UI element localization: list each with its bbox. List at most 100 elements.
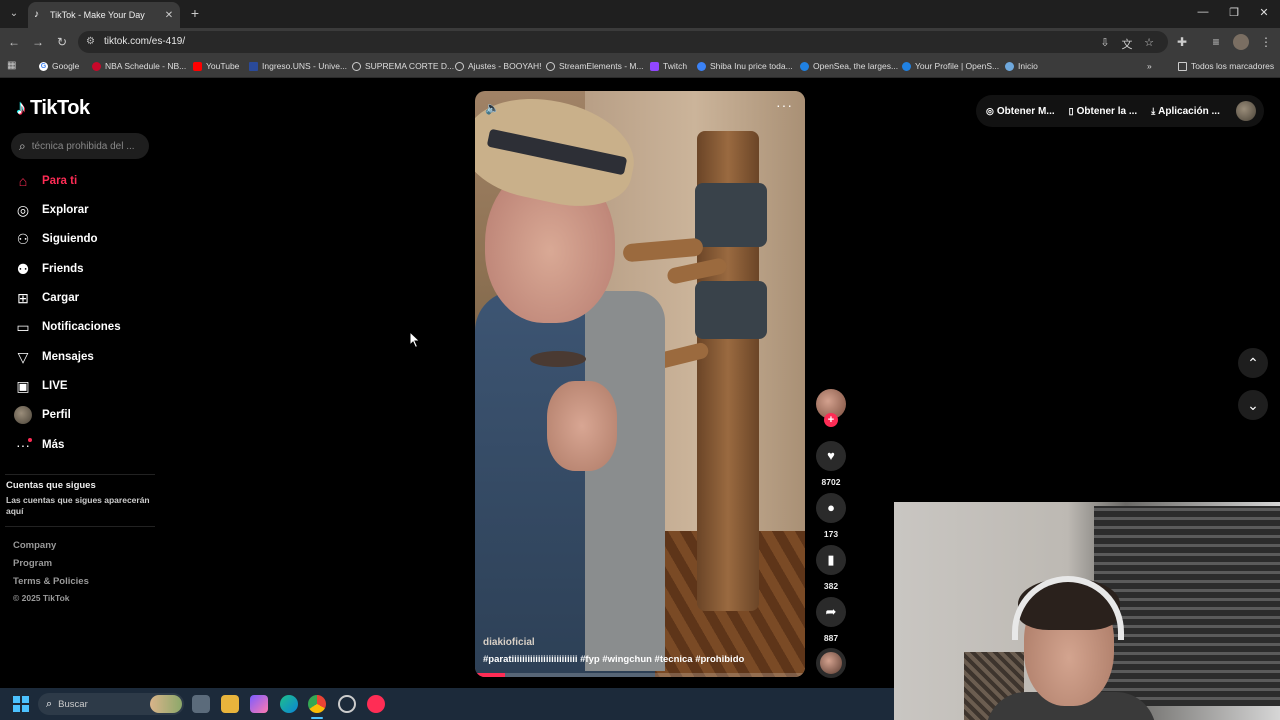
back-icon[interactable]: ← [6, 34, 22, 50]
share-icon[interactable]: ➦ [816, 597, 846, 627]
bookmark-item[interactable]: NBA Schedule - NB... [92, 61, 186, 71]
video-scene [695, 183, 767, 247]
tab-search-menu-icon[interactable]: ⌄ [6, 6, 22, 22]
bookmark-item[interactable]: Inicio [1005, 61, 1038, 71]
comment-icon[interactable]: ● [816, 493, 846, 523]
opensea-icon [902, 61, 911, 71]
bookmark-item[interactable]: SUPREMA CORTE D... [352, 61, 454, 71]
nav-label: Para ti [42, 175, 78, 187]
bookmark-icon[interactable]: ▮ [816, 545, 846, 575]
nav-para-ti[interactable]: ⌂ Para ti [14, 170, 77, 192]
nav-label: Más [42, 439, 65, 451]
next-video-chevron-down-icon[interactable]: ⌄ [1238, 390, 1268, 420]
video-caption[interactable]: #paratiiiiiiiiiiiiiiiiiiiiiiiii #fyp #wi… [483, 654, 744, 665]
windows-start-icon[interactable] [13, 696, 29, 712]
bookmark-item[interactable]: StreamElements - M... [546, 61, 644, 71]
copilot-icon[interactable] [250, 695, 268, 713]
save-action[interactable]: ▮ 382 [816, 545, 846, 591]
download-app-button[interactable]: ⤓ Aplicación ... [1151, 106, 1220, 117]
sound-icon[interactable]: 🔈 [485, 101, 500, 115]
forward-icon[interactable]: → [30, 34, 46, 50]
taskbar-search[interactable]: ⌕ Buscar [38, 693, 184, 715]
footer-program-link[interactable]: Program [13, 558, 52, 569]
user-avatar[interactable] [1235, 101, 1256, 121]
apps-grid-icon[interactable]: ▦ [7, 60, 16, 71]
bookmark-item[interactable]: Shiba Inu price toda... [697, 61, 793, 71]
bookmark-item[interactable]: OpenSea, the larges... [800, 61, 898, 71]
friends-icon: ⚉ [16, 261, 30, 277]
profile-avatar-icon[interactable] [1233, 34, 1249, 50]
restore-icon[interactable]: ❐ [1227, 6, 1241, 19]
file-explorer-icon[interactable] [221, 695, 239, 713]
get-app-button[interactable]: ▯ Obtener la ... [1069, 106, 1138, 117]
video-player[interactable]: 🔈 ··· diakioficial #paratiiiiiiiiiiiiiii… [475, 91, 805, 677]
heart-icon[interactable]: ♥ [816, 441, 846, 471]
tiktok-logo[interactable]: ♪ TikTok [16, 97, 90, 120]
bookmark-item[interactable]: Twitch [650, 61, 687, 71]
edge-icon[interactable] [280, 695, 298, 713]
youtube-icon [193, 61, 202, 71]
nav-mensajes[interactable]: ▽ Mensajes [14, 346, 94, 368]
twitch-icon [650, 61, 659, 71]
footer-terms-link[interactable]: Terms & Policies [13, 576, 89, 587]
browser-menu-icon[interactable]: ⋮ [1258, 34, 1274, 50]
messages-icon: ▽ [17, 349, 29, 365]
site-info-icon[interactable]: ⚙ [86, 36, 95, 47]
task-view-icon[interactable] [192, 695, 210, 713]
nav-label: Siguiendo [42, 233, 98, 245]
get-coins-button[interactable]: ◎ Obtener M... [986, 106, 1055, 117]
media-controls-icon[interactable]: ≡ [1208, 34, 1224, 50]
bookmark-item[interactable]: Your Profile | OpenS... [902, 61, 999, 71]
get-coins-label: Obtener M... [996, 105, 1055, 117]
search-box[interactable]: ⌕ [11, 133, 149, 159]
video-progress-bar[interactable] [475, 673, 805, 677]
divider [5, 474, 155, 475]
compass-icon: ◎ [16, 202, 30, 218]
install-app-icon[interactable]: ⇩ [1098, 36, 1112, 49]
bookmarks-overflow-icon[interactable]: » [1147, 61, 1152, 71]
nav-explorar[interactable]: ◎ Explorar [14, 199, 89, 221]
music-disc-icon[interactable] [816, 648, 846, 678]
footer-company-link[interactable]: Company [13, 540, 56, 551]
bookmark-item[interactable]: YouTube [193, 61, 239, 71]
obs-icon[interactable] [338, 695, 356, 713]
nav-cargar[interactable]: ⊞ Cargar [14, 287, 79, 309]
extensions-icon[interactable]: ✚ [1174, 34, 1190, 50]
bookmark-item[interactable]: Ingreso.UNS - Unive... [249, 61, 347, 71]
nav-perfil[interactable]: Perfil [14, 404, 71, 426]
new-tab-icon[interactable]: + [188, 5, 202, 21]
like-action[interactable]: ♥ 8702 [816, 441, 846, 487]
nav-live[interactable]: ▣ LIVE [14, 375, 67, 397]
tiktok-note-icon: ♪ [16, 97, 26, 119]
follow-plus-icon[interactable]: + [824, 413, 838, 427]
active-tab[interactable]: ♪ TikTok - Make Your Day ✕ [28, 2, 180, 28]
nav-mas[interactable]: ··· Más [14, 434, 64, 456]
bookmark-item[interactable]: Ajustes - BOOYAH! [455, 61, 542, 71]
close-tab-icon[interactable]: ✕ [162, 10, 176, 21]
all-bookmarks-folder[interactable]: Todos los marcadores [1178, 61, 1274, 71]
globe-icon [352, 61, 361, 71]
address-bar[interactable]: ⚙ tiktok.com/es-419/ ⇩ 文 ☆ [78, 31, 1168, 53]
bookmark-label: Inicio [1018, 61, 1038, 71]
close-window-icon[interactable]: ✕ [1257, 6, 1271, 19]
comment-action[interactable]: ● 173 [816, 493, 846, 539]
nav-siguiendo[interactable]: ⚇ Siguiendo [14, 228, 98, 250]
nav-friends[interactable]: ⚉ Friends [14, 258, 84, 280]
minimize-icon[interactable]: — [1196, 6, 1210, 18]
music-app-icon[interactable] [367, 695, 385, 713]
nav-notificaciones[interactable]: ▭ Notificaciones [14, 316, 120, 338]
top-right-bar: ◎ Obtener M... ▯ Obtener la ... ⤓ Aplicació… [976, 95, 1264, 127]
chrome-icon[interactable] [308, 695, 326, 713]
search-input[interactable] [31, 140, 140, 152]
more-options-icon[interactable]: ··· [776, 97, 793, 113]
active-app-indicator [311, 717, 323, 719]
bookmark-star-icon[interactable]: ☆ [1142, 36, 1156, 49]
video-author[interactable]: diakioficial [483, 637, 535, 648]
reload-icon[interactable]: ↻ [54, 34, 70, 50]
translate-icon[interactable]: 文 [1120, 36, 1134, 52]
previous-video-chevron-up-icon[interactable]: ⌃ [1238, 348, 1268, 378]
share-action[interactable]: ➦ 887 [816, 597, 846, 643]
bookmark-item[interactable]: G Google [39, 61, 79, 71]
nav-label: Cargar [42, 292, 80, 304]
bookmark-label: Google [52, 61, 80, 71]
